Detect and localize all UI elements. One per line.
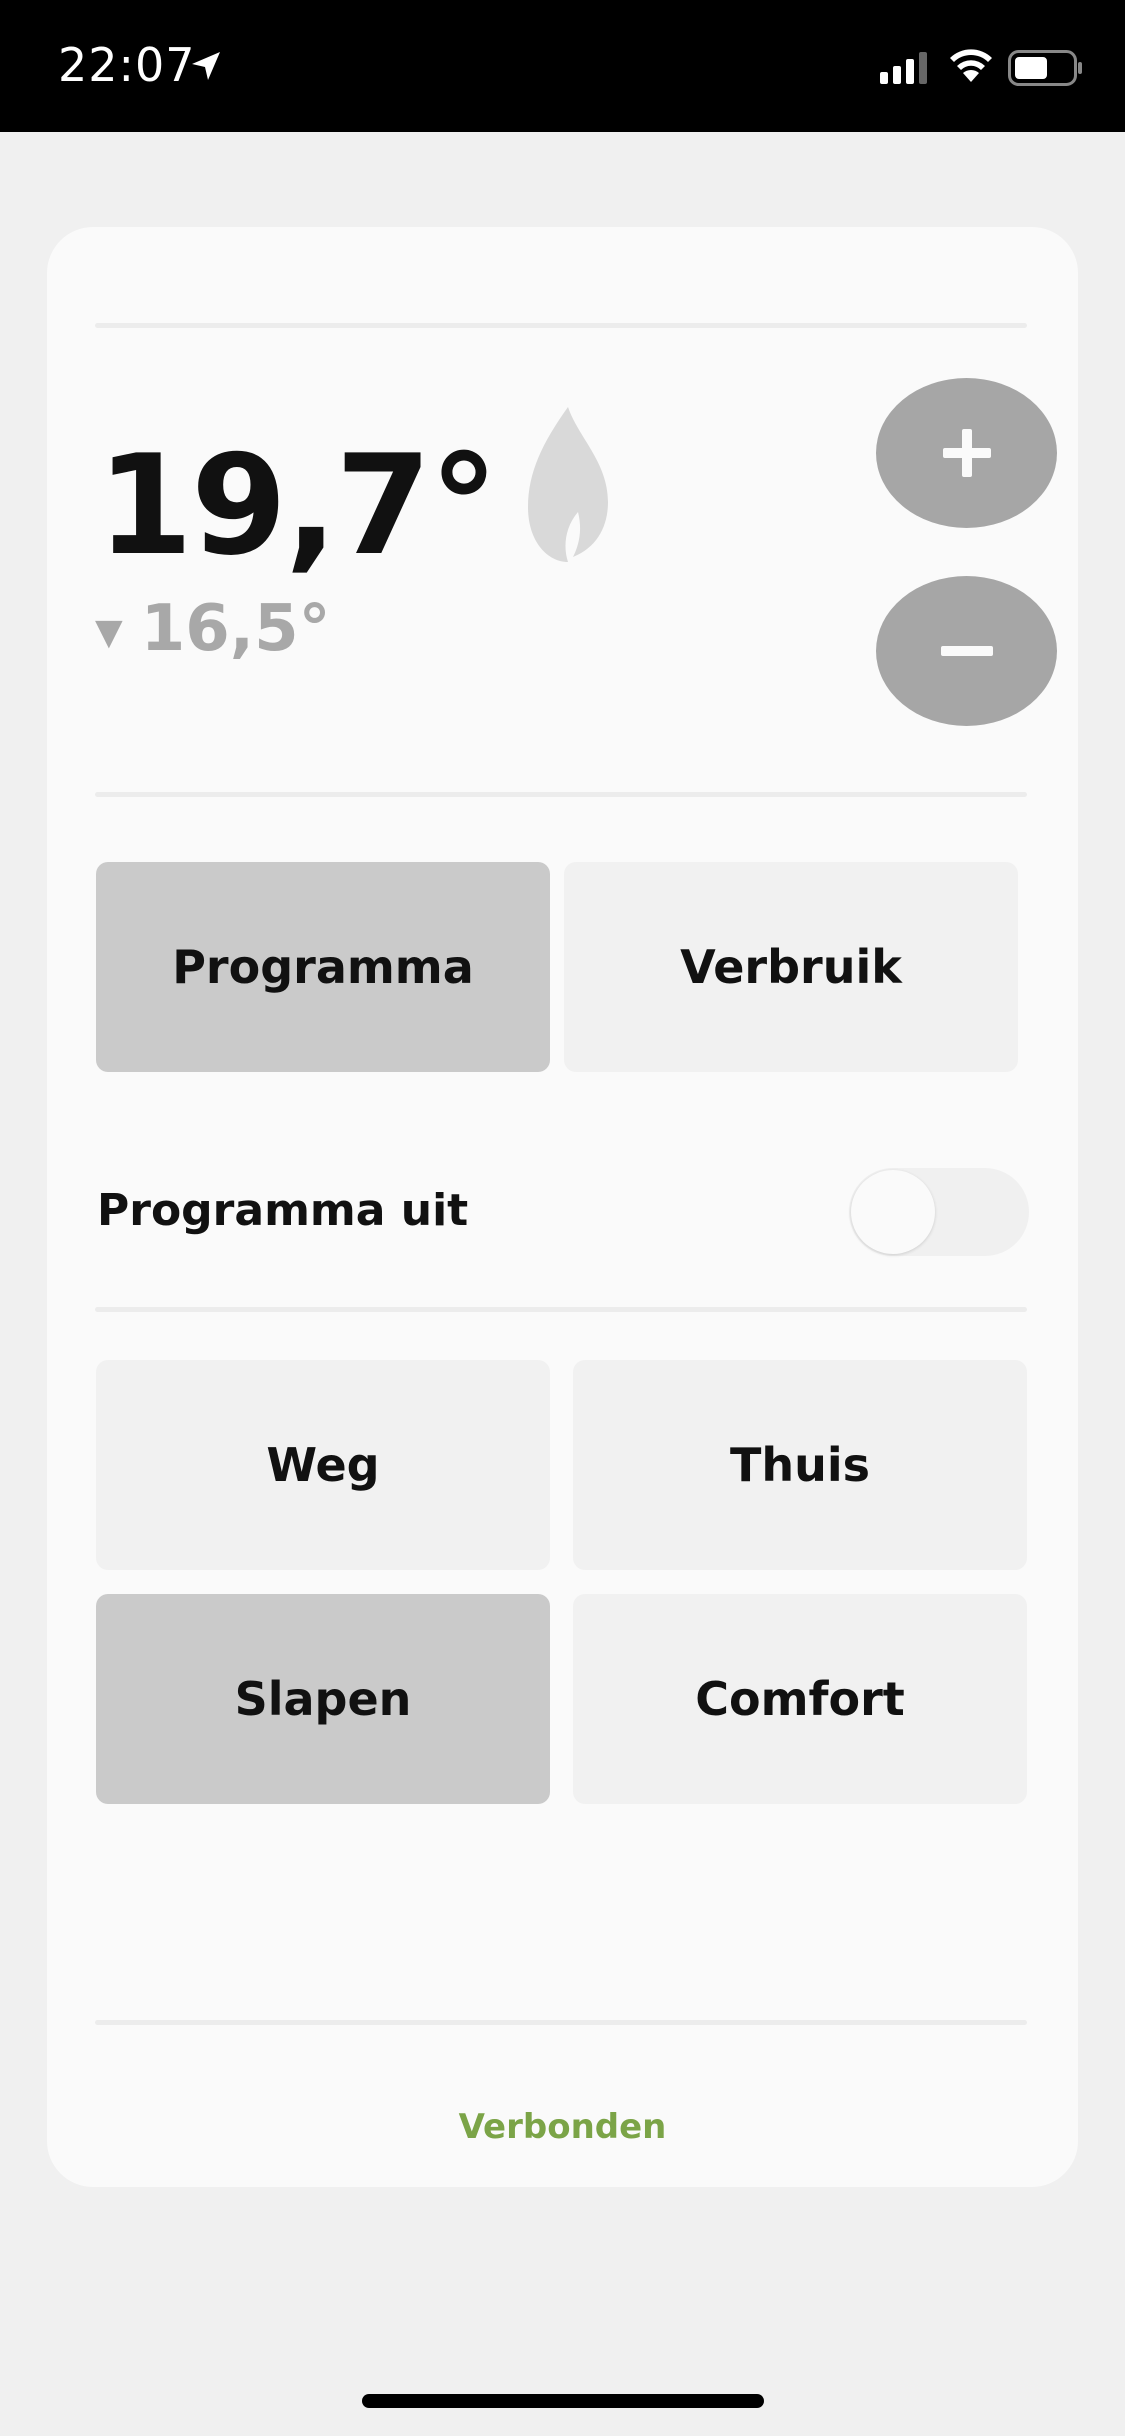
plus-icon [942, 429, 991, 477]
flame-icon [523, 407, 613, 566]
status-time: 22:07 [58, 38, 196, 92]
setpoint-temperature: 16,5° [140, 592, 331, 666]
tab-verbruik[interactable]: Verbruik [564, 862, 1018, 1072]
connection-status: Verbonden [458, 2107, 667, 2147]
wifi-icon [948, 44, 994, 88]
divider [95, 323, 1027, 328]
down-arrow-icon: ▼ [95, 611, 123, 653]
increase-temperature-button[interactable] [876, 378, 1057, 528]
divider [95, 2020, 1027, 2025]
preset-comfort-button[interactable]: Comfort [573, 1594, 1027, 1804]
location-arrow-icon [190, 50, 222, 86]
setpoint-row: ▼ 16,5° [95, 592, 331, 666]
preset-thuis-button[interactable]: Thuis [573, 1360, 1027, 1570]
program-toggle[interactable] [849, 1168, 1029, 1256]
divider [95, 792, 1027, 797]
cellular-signal-icon [880, 50, 930, 88]
status-bar: 22:07 [0, 0, 1125, 132]
divider [95, 1307, 1027, 1312]
home-indicator[interactable] [362, 2394, 764, 2408]
toggle-knob [851, 1170, 935, 1254]
minus-icon [940, 646, 993, 656]
tab-programma[interactable]: Programma [96, 862, 550, 1072]
battery-icon [1008, 50, 1084, 90]
preset-weg-button[interactable]: Weg [96, 1360, 550, 1570]
thermostat-card: 19,7° ▼ 16,5° Programma Verbruik Program… [47, 227, 1078, 2187]
preset-slapen-button[interactable]: Slapen [96, 1594, 550, 1804]
decrease-temperature-button[interactable] [876, 576, 1057, 726]
program-toggle-label: Programma uit [97, 1185, 469, 1236]
current-temperature: 19,7° [97, 425, 498, 586]
